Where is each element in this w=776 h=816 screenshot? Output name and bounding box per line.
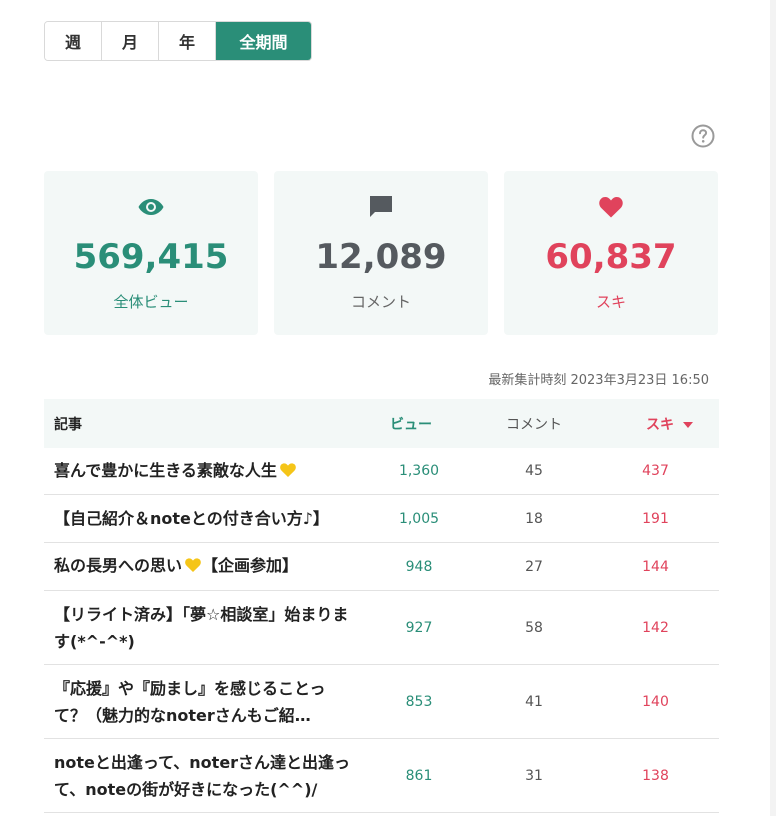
article-title[interactable]: 喜んで豊かに生きる素敵な人生 xyxy=(44,457,362,486)
article-comments: 27 xyxy=(525,558,543,575)
comments-count: 12,089 xyxy=(315,237,447,277)
article-title-text: 喜んで豊かに生きる素敵な人生 xyxy=(54,460,277,480)
article-title[interactable]: 【自己紹介＆noteとの付き合い方♪】 xyxy=(44,505,362,532)
article-views: 927 xyxy=(405,619,433,636)
article-title-text: 私の長男への思い xyxy=(54,556,183,575)
likes-label: スキ xyxy=(595,293,626,311)
eye-icon xyxy=(137,193,165,221)
header-article: 記事 xyxy=(54,416,82,433)
tab-month[interactable]: 月 xyxy=(102,22,159,60)
views-count: 569,415 xyxy=(73,237,229,277)
articles-table: 記事 ビュー コメント スキ 喜んで豊かに生きる素敵な人生 1,360 45 4… xyxy=(44,399,719,813)
heart-icon xyxy=(598,193,624,221)
views-label: 全体ビュー xyxy=(113,293,189,311)
header-likes-label: スキ xyxy=(646,416,674,433)
comment-icon xyxy=(368,193,394,221)
article-views: 1,360 xyxy=(398,463,440,479)
article-title[interactable]: noteと出逢って、noterさん達と出逢って、noteの街が好きになった(^^… xyxy=(44,749,362,803)
article-title[interactable]: 『応援』や『励まし』を感じることって？（魅力的なnoterさんもご紹… xyxy=(44,675,362,729)
article-likes: 140 xyxy=(642,693,669,710)
header-likes[interactable]: スキ xyxy=(592,414,719,434)
article-likes: 138 xyxy=(642,767,669,784)
article-title[interactable]: 私の長男への思い 【企画参加】 xyxy=(44,552,362,581)
article-likes: 142 xyxy=(642,619,669,636)
views-card: 569,415 全体ビュー xyxy=(44,171,258,335)
yellow-heart-icon xyxy=(279,459,297,486)
table-header: 記事 ビュー コメント スキ xyxy=(44,399,719,448)
table-row: 私の長男への思い 【企画参加】 948 27 144 xyxy=(44,543,719,591)
header-views[interactable]: ビュー xyxy=(362,414,476,434)
table-row: 【リライト済み】「夢☆相談室」始まります(*^-^*) 927 58 142 xyxy=(44,591,719,665)
table-row: 【自己紹介＆noteとの付き合い方♪】 1,005 18 191 xyxy=(44,495,719,543)
table-row: noteと出逢って、noterさん達と出逢って、noteの街が好きになった(^^… xyxy=(44,739,719,813)
article-comments: 41 xyxy=(525,693,543,710)
article-views: 948 xyxy=(405,558,433,575)
help-icon[interactable] xyxy=(691,124,715,148)
scrollbar[interactable] xyxy=(770,0,776,816)
article-comments: 18 xyxy=(525,510,543,527)
article-views: 853 xyxy=(405,693,433,710)
tab-week[interactable]: 週 xyxy=(45,22,102,60)
yellow-heart-icon xyxy=(184,554,202,581)
article-comments: 45 xyxy=(525,463,543,479)
article-comments: 31 xyxy=(525,767,543,784)
comments-label: コメント xyxy=(350,293,411,311)
period-tabs: 週 月 年 全期間 xyxy=(44,21,312,61)
header-comments[interactable]: コメント xyxy=(476,414,592,434)
article-title-text: 【自己紹介＆noteとの付き合い方♪】 xyxy=(54,509,329,528)
tab-year[interactable]: 年 xyxy=(159,22,216,60)
likes-count: 60,837 xyxy=(545,237,677,277)
article-comments: 58 xyxy=(525,619,543,636)
article-title[interactable]: 【リライト済み】「夢☆相談室」始まります(*^-^*) xyxy=(44,601,362,655)
article-likes: 144 xyxy=(642,558,669,575)
article-likes: 437 xyxy=(642,463,669,479)
last-updated: 最新集計時刻 2023年3月23日 16:50 xyxy=(488,373,709,388)
article-title-suffix: 【企画参加】 xyxy=(202,556,299,575)
header-views-label: ビュー xyxy=(390,416,432,433)
article-likes: 191 xyxy=(642,510,669,527)
article-views: 1,005 xyxy=(398,510,440,527)
sort-desc-icon xyxy=(683,421,693,428)
tab-all-time[interactable]: 全期間 xyxy=(216,22,311,60)
comments-card: 12,089 コメント xyxy=(274,171,488,335)
table-row: 喜んで豊かに生きる素敵な人生 1,360 45 437 xyxy=(44,448,719,495)
table-row: 『応援』や『励まし』を感じることって？（魅力的なnoterさんもご紹… 853 … xyxy=(44,665,719,739)
header-comments-label: コメント xyxy=(506,416,562,433)
stats-cards: 569,415 全体ビュー 12,089 コメント 60,837 スキ xyxy=(44,171,718,335)
article-views: 861 xyxy=(405,767,433,784)
likes-card: 60,837 スキ xyxy=(504,171,718,335)
